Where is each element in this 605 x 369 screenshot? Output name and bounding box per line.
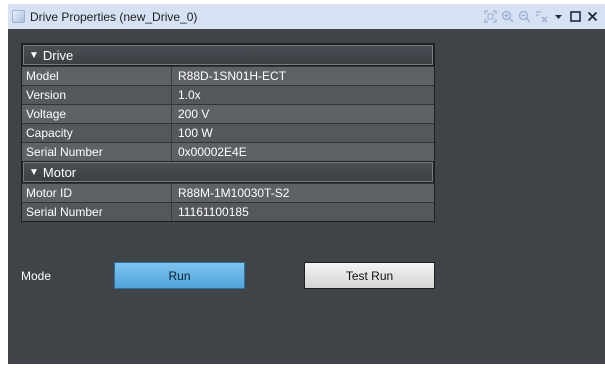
drive-group-header[interactable]: ▼ Drive [23, 45, 433, 65]
app-icon [12, 10, 25, 23]
table-row: Version 1.0x [22, 85, 434, 104]
table-row: Capacity 100 W [22, 123, 434, 142]
table-row: Motor ID R88M-1M10030T-S2 [22, 183, 434, 202]
zoom-in-icon[interactable] [499, 4, 516, 29]
property-name: Voltage [22, 105, 172, 123]
property-name: Motor ID [22, 184, 172, 202]
property-name: Capacity [22, 124, 172, 142]
motor-group-header[interactable]: ▼ Motor [23, 162, 433, 182]
properties-table: ▼ Drive Model R88D-1SN01H-ECT Version 1.… [21, 43, 435, 222]
drive-group-label: Drive [42, 47, 74, 63]
property-value: 0x00002E4E [172, 143, 434, 161]
mode-label: Mode [21, 269, 52, 283]
dropdown-icon[interactable] [550, 4, 567, 29]
property-name: Model [22, 67, 172, 85]
close-icon[interactable] [584, 4, 601, 29]
maximize-icon[interactable] [567, 4, 584, 29]
property-value: 11161100185 [172, 203, 434, 221]
collapse-arrow-icon: ▼ [29, 49, 39, 61]
table-row: Voltage 200 V [22, 104, 434, 123]
title-toolbar [482, 4, 601, 29]
drive-properties-window: Drive Properties (new_Drive_0) ▼ Drive M… [8, 4, 605, 364]
property-value: R88M-1M10030T-S2 [172, 184, 434, 202]
window-title: Drive Properties (new_Drive_0) [30, 9, 198, 24]
collapse-arrow-icon: ▼ [29, 166, 39, 178]
run-button[interactable]: Run [114, 262, 245, 289]
property-name: Serial Number [22, 203, 172, 221]
property-value: 1.0x [172, 86, 434, 104]
property-value: 200 V [172, 105, 434, 123]
property-value: R88D-1SN01H-ECT [172, 67, 434, 85]
table-row: Serial Number 11161100185 [22, 202, 434, 221]
table-row: Serial Number 0x00002E4E [22, 142, 434, 161]
title-bar: Drive Properties (new_Drive_0) [8, 4, 605, 29]
motor-group-label: Motor [42, 164, 77, 180]
property-name: Version [22, 86, 172, 104]
property-name: Serial Number [22, 143, 172, 161]
zoom-out-icon[interactable] [516, 4, 533, 29]
test-run-button[interactable]: Test Run [304, 262, 435, 289]
property-value: 100 W [172, 124, 434, 142]
layout-icon[interactable] [533, 4, 550, 29]
table-row: Model R88D-1SN01H-ECT [22, 66, 434, 85]
fit-view-icon[interactable] [482, 4, 499, 29]
